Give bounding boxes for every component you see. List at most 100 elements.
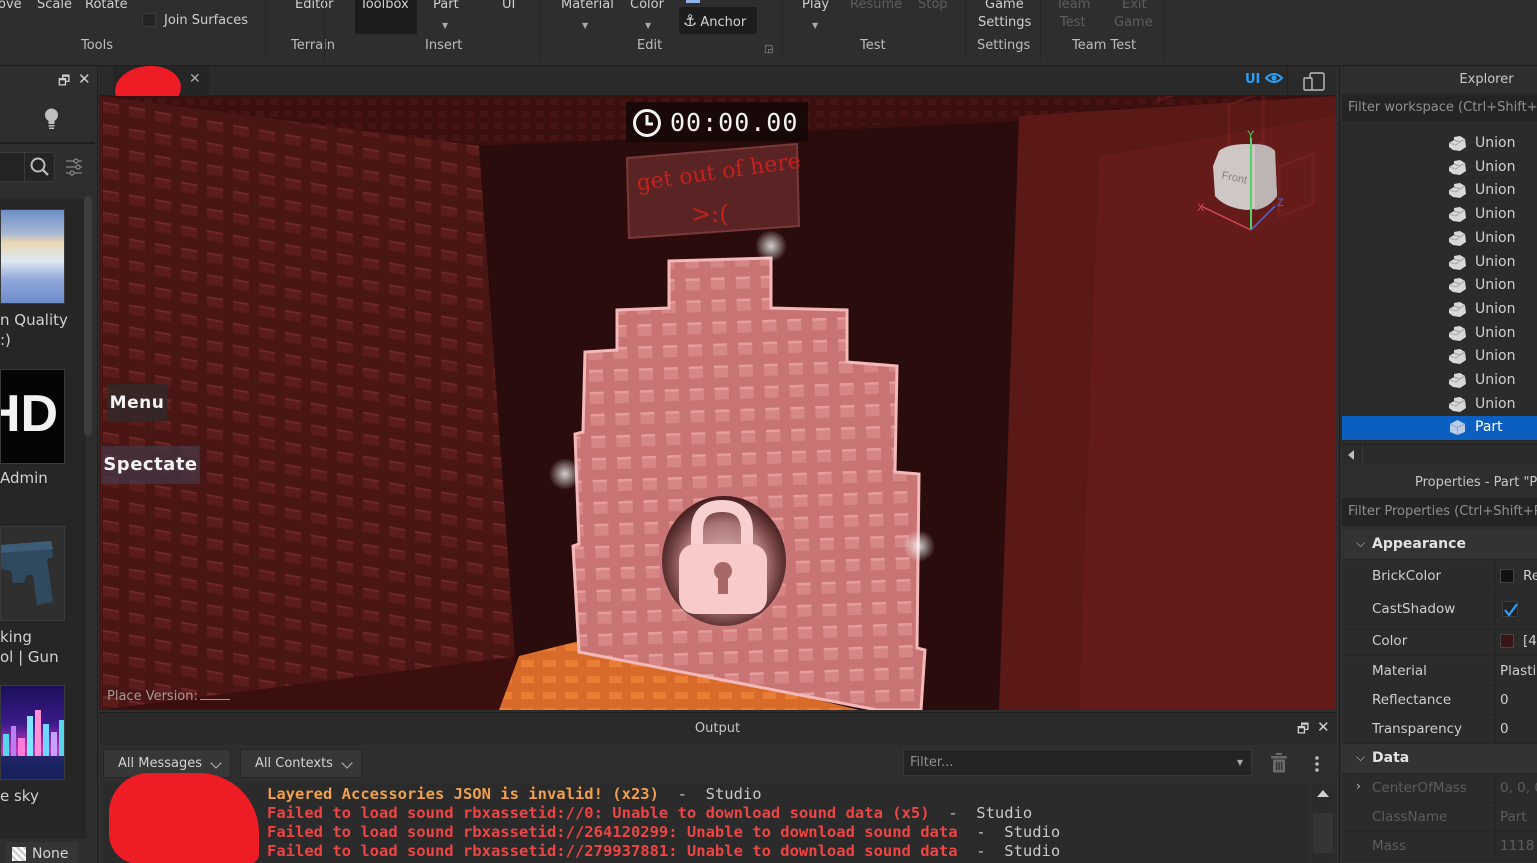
join-surfaces-label[interactable]: Join Surfaces bbox=[164, 12, 248, 29]
orientation-cube-side[interactable] bbox=[1255, 144, 1277, 210]
properties-filter-input[interactable]: Filter Properties (Ctrl+Shift+P) bbox=[1342, 498, 1537, 526]
toolbox-item-name[interactable]: ol | Gun bbox=[0, 647, 59, 667]
search-button[interactable] bbox=[24, 153, 54, 181]
toolbox-item-name[interactable]: :) bbox=[0, 330, 11, 350]
property-row-classname[interactable]: ClassName Part bbox=[1342, 803, 1537, 832]
context-filter-dropdown[interactable]: All Contexts bbox=[240, 749, 362, 778]
property-row-mass[interactable]: Mass 1118 bbox=[1342, 832, 1537, 861]
scroll-left-arrow-icon[interactable] bbox=[1348, 450, 1354, 460]
explorer-item[interactable]: Part bbox=[1342, 416, 1537, 441]
toolbox-item-name[interactable]: king bbox=[0, 627, 32, 647]
explorer-item[interactable]: Union bbox=[1342, 369, 1537, 393]
exit-game-button-line1[interactable]: Exit bbox=[1122, 0, 1147, 13]
more-options-kebab-icon[interactable] bbox=[1314, 755, 1320, 773]
toolbox-button[interactable]: Toolbox bbox=[360, 0, 409, 13]
game-settings-button-line2[interactable]: Settings bbox=[978, 14, 1031, 31]
property-row-brickcolor[interactable]: BrickColor Re bbox=[1342, 561, 1537, 591]
scrollbar-thumb[interactable] bbox=[1313, 813, 1333, 853]
property-value[interactable]: 0 bbox=[1500, 721, 1509, 737]
close-tab-icon[interactable]: ✕ bbox=[189, 71, 201, 87]
color-button[interactable]: Color bbox=[630, 0, 664, 13]
log-line[interactable]: Layered Accessories JSON is invalid! (x2… bbox=[267, 785, 762, 804]
play-dropdown-caret-icon[interactable]: ▼ bbox=[812, 21, 818, 30]
rotate-button[interactable]: Rotate bbox=[85, 0, 128, 13]
toolbox-item-thumbnail[interactable] bbox=[0, 209, 65, 304]
clear-output-trash-icon[interactable] bbox=[1271, 753, 1287, 773]
property-row-color[interactable]: Color [4 bbox=[1342, 626, 1537, 656]
toolbox-scrollbar[interactable] bbox=[84, 196, 92, 436]
stop-button[interactable]: Stop bbox=[918, 0, 948, 13]
castshadow-checkbox[interactable] bbox=[1502, 601, 1518, 617]
filter-sliders-icon[interactable] bbox=[65, 158, 83, 176]
toolbox-item-name[interactable]: e sky bbox=[0, 786, 39, 806]
explorer-item[interactable]: Union bbox=[1342, 345, 1537, 369]
team-test-button-line1[interactable]: Team bbox=[1056, 0, 1090, 13]
part-button[interactable]: Part bbox=[433, 0, 459, 13]
toolbox-item-thumbnail[interactable] bbox=[0, 685, 65, 780]
undock-icon[interactable]: 🗗 bbox=[58, 72, 70, 94]
explorer-item[interactable]: Union bbox=[1342, 274, 1537, 298]
category-data[interactable]: ⌵ Data bbox=[1342, 744, 1537, 774]
undock-icon[interactable]: 🗗 bbox=[1297, 720, 1309, 742]
explorer-item[interactable]: Union bbox=[1342, 322, 1537, 346]
toolbox-item-thumbnail[interactable]: HD bbox=[0, 369, 65, 464]
brickcolor-swatch[interactable] bbox=[1500, 569, 1514, 583]
spectate-button[interactable]: Spectate bbox=[101, 446, 200, 484]
anchor-button[interactable]: ⚓ Anchor bbox=[679, 7, 757, 34]
close-icon[interactable]: ✕ bbox=[1317, 718, 1330, 736]
explorer-item[interactable]: Union bbox=[1342, 227, 1537, 251]
toolbox-item-name[interactable]: n Quality bbox=[0, 310, 68, 330]
explorer-filter-input[interactable]: Filter workspace (Ctrl+Shift+X) bbox=[1342, 94, 1537, 122]
property-row-castshadow[interactable]: CastShadow bbox=[1342, 592, 1537, 625]
menu-button[interactable]: Menu bbox=[107, 384, 167, 422]
toolbox-item-thumbnail[interactable] bbox=[0, 526, 65, 621]
ui-visibility-toggle[interactable]: UI bbox=[1245, 72, 1284, 87]
resume-button[interactable]: Resume bbox=[850, 0, 902, 13]
output-log[interactable]: Layered Accessories JSON is invalid! (x2… bbox=[103, 783, 1309, 863]
ui-button[interactable]: UI bbox=[502, 0, 515, 13]
log-line[interactable]: Failed to load sound rbxassetid://0: Una… bbox=[267, 804, 1032, 823]
output-scrollbar[interactable] bbox=[1311, 783, 1335, 863]
material-dropdown-caret-icon[interactable]: ▼ bbox=[582, 21, 588, 30]
property-row-transparency[interactable]: Transparency 0 bbox=[1342, 715, 1537, 744]
explorer-item[interactable]: Union bbox=[1342, 251, 1537, 275]
terrain-editor-button[interactable]: Editor bbox=[295, 0, 333, 13]
team-test-button-line2[interactable]: Test bbox=[1060, 14, 1086, 31]
property-value[interactable]: Re bbox=[1523, 568, 1537, 584]
explorer-item[interactable]: Union bbox=[1342, 179, 1537, 203]
property-value[interactable]: [4 bbox=[1523, 633, 1537, 649]
filter-dropdown-caret-icon[interactable]: ▼ bbox=[1237, 750, 1243, 776]
close-icon[interactable]: ✕ bbox=[78, 70, 91, 88]
explorer-item[interactable]: Union bbox=[1342, 393, 1537, 417]
log-line[interactable]: Failed to load sound rbxassetid://279937… bbox=[267, 842, 1060, 861]
join-surfaces-checkbox[interactable] bbox=[142, 13, 156, 27]
color-dropdown-caret-icon[interactable]: ▼ bbox=[645, 21, 651, 30]
chevron-right-icon[interactable]: › bbox=[1356, 779, 1361, 793]
scroll-up-arrow-icon[interactable] bbox=[1317, 790, 1329, 797]
color-swatch[interactable] bbox=[1500, 634, 1514, 648]
view-orientation-cube[interactable]: Front Y X Z bbox=[1197, 126, 1297, 236]
toolbox-item-name[interactable]: Admin bbox=[0, 468, 48, 488]
toolbox-search-input[interactable] bbox=[0, 152, 55, 182]
move-button[interactable]: ove bbox=[0, 0, 22, 13]
material-button[interactable]: Material bbox=[561, 0, 614, 13]
3d-viewport[interactable]: get out of here >:( 00:00.00 Front Y X Z… bbox=[99, 96, 1336, 710]
expand-edit-group-icon[interactable]: ◲ bbox=[764, 44, 773, 55]
game-settings-button-line1[interactable]: Game bbox=[985, 0, 1024, 13]
explorer-item[interactable]: Union bbox=[1342, 132, 1537, 156]
part-dropdown-caret-icon[interactable]: ▼ bbox=[442, 21, 448, 30]
property-row-material[interactable]: Material Plasti bbox=[1342, 657, 1537, 686]
category-appearance[interactable]: ⌵ Appearance bbox=[1342, 530, 1537, 560]
property-value[interactable]: 0 bbox=[1500, 692, 1509, 708]
device-emulator-icon[interactable] bbox=[1303, 72, 1325, 91]
property-row-reflectance[interactable]: Reflectance 0 bbox=[1342, 686, 1537, 715]
scale-button[interactable]: Scale bbox=[37, 0, 72, 13]
log-line[interactable]: Failed to load sound rbxassetid://264120… bbox=[267, 823, 1060, 842]
property-value[interactable]: Plasti bbox=[1500, 663, 1536, 679]
explorer-tree[interactable]: Union Union Union Union Union Union Union Union… bbox=[1340, 124, 1537, 444]
explorer-item[interactable]: Union bbox=[1342, 298, 1537, 322]
explorer-horizontal-scrollbar[interactable] bbox=[1342, 444, 1537, 465]
explorer-item[interactable]: Union bbox=[1342, 203, 1537, 227]
background-selector-button[interactable]: None bbox=[6, 842, 78, 863]
property-row-centerofmass[interactable]: › CenterOfMass 0, 0, 0 bbox=[1342, 774, 1537, 803]
